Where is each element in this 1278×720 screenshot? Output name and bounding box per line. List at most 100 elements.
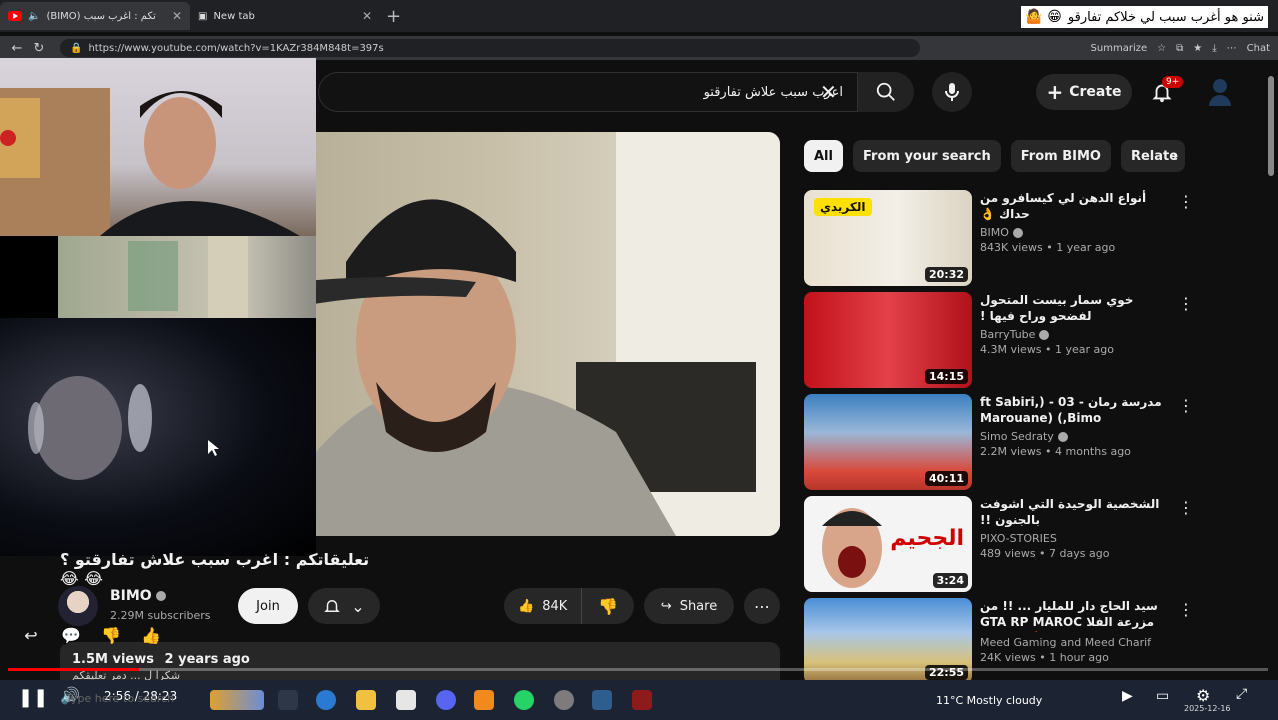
file-explorer-icon[interactable] bbox=[356, 690, 376, 710]
app-icon[interactable] bbox=[592, 690, 612, 710]
webcam-secondary bbox=[58, 236, 316, 318]
rec-title[interactable]: أنواع الدهن لي كيسافرو من حداك 👌 bbox=[980, 190, 1172, 222]
close-tab-icon[interactable]: ✕ bbox=[172, 9, 182, 23]
page-scrollbar[interactable] bbox=[1268, 76, 1274, 176]
like-icon[interactable]: 👍 bbox=[140, 624, 162, 646]
search-input[interactable]: اعرب سبب علاش تفارقتو bbox=[318, 72, 858, 112]
tab-new[interactable]: ▣ New tab ✕ bbox=[190, 2, 380, 30]
account-avatar[interactable] bbox=[1206, 76, 1234, 106]
close-tab-icon[interactable]: ✕ bbox=[362, 9, 372, 23]
more-vertical-icon[interactable]: ⋮ bbox=[1178, 498, 1194, 517]
progress-fill bbox=[8, 668, 139, 671]
rec-channel[interactable]: PIXO-STORIES bbox=[980, 532, 1057, 545]
search-button[interactable] bbox=[858, 72, 914, 112]
rec-title[interactable]: سيد الحاج دار للمليار ... !! من مزرعة ال… bbox=[980, 598, 1172, 632]
speaker-icon[interactable]: 🔈 bbox=[28, 11, 40, 22]
stream-reaction-icons: ↩ 💬 👎 👍 bbox=[20, 624, 162, 646]
download-icon[interactable]: ⤓ bbox=[1212, 43, 1216, 54]
voice-search-button[interactable] bbox=[932, 72, 972, 112]
extensions-icon[interactable]: ⧉ bbox=[1176, 43, 1183, 54]
weather-widget[interactable]: 11°C Mostly cloudy bbox=[936, 694, 1042, 707]
captions-icon[interactable]: ▭ bbox=[1156, 688, 1169, 704]
rec-title[interactable]: الشخصية الوحيدة التي اشوفت بالجنون !! bbox=[980, 496, 1172, 528]
guest-figure bbox=[28, 376, 219, 480]
duration-badge: 3:24 bbox=[932, 573, 968, 588]
more-icon[interactable]: ⋯ bbox=[1227, 43, 1237, 54]
reload-icon[interactable]: ↻ bbox=[28, 41, 50, 56]
channel-name[interactable]: BIMO bbox=[110, 588, 166, 604]
create-button[interactable]: + Create bbox=[1036, 74, 1132, 110]
like-button[interactable]: 👍 84K bbox=[504, 588, 583, 624]
edge-browser-icon[interactable] bbox=[316, 690, 336, 710]
video-thumbnail[interactable]: الكريدي 20:32 bbox=[804, 190, 972, 286]
more-vertical-icon[interactable]: ⋮ bbox=[1178, 294, 1194, 313]
list-item[interactable]: الجحيم 3:24 الشخصية الوحيدة التي اشوفت ب… bbox=[804, 496, 1194, 594]
more-vertical-icon[interactable]: ⋮ bbox=[1178, 600, 1194, 619]
video-frame bbox=[316, 132, 780, 536]
new-tab-button[interactable]: + bbox=[386, 6, 401, 27]
list-item[interactable]: 22:55 سيد الحاج دار للمليار ... !! من مز… bbox=[804, 598, 1194, 684]
chip-all[interactable]: All bbox=[804, 140, 843, 172]
star-icon[interactable]: ☆ bbox=[1157, 43, 1166, 54]
taskbar-search[interactable]: Type here to search bbox=[66, 692, 174, 705]
chip-from-bimo[interactable]: From BIMO bbox=[1010, 140, 1111, 172]
back-arrow-icon[interactable]: ← bbox=[6, 41, 28, 56]
chip-from-your-search[interactable]: From your search bbox=[852, 140, 1001, 172]
address-bar[interactable]: 🔒 https://www.youtube.com/watch?v=1KAZr3… bbox=[60, 39, 920, 57]
rec-title[interactable]: خوي سمار بيست المتحول لفضحو وراح فيها ! bbox=[980, 292, 1172, 324]
rec-channel[interactable]: Simo Sedraty bbox=[980, 430, 1054, 443]
fullscreen-icon[interactable]: ⤢ bbox=[1236, 686, 1247, 702]
rec-title[interactable]: مدرسة رمان - 03 - (ft Sabiri, Bimo,) (Ma… bbox=[980, 394, 1172, 426]
bell-icon bbox=[324, 600, 341, 612]
video-thumbnail[interactable]: 40:11 bbox=[804, 394, 972, 490]
channel-avatar[interactable] bbox=[58, 586, 98, 626]
video-player[interactable] bbox=[316, 132, 780, 536]
overlay-title-text: شنو هو أغرب سبب لي خلاكم تفارقو bbox=[1067, 9, 1264, 25]
rec-meta: 489 views • 7 days ago bbox=[980, 547, 1110, 560]
task-view-icon[interactable] bbox=[278, 690, 298, 710]
favorites-icon[interactable]: ★ bbox=[1193, 43, 1202, 54]
share-button[interactable]: ↪ Share bbox=[644, 588, 734, 624]
rec-channel-extra[interactable]: and Meed Charif bbox=[1061, 636, 1152, 649]
webcam-secondary-blank bbox=[0, 236, 58, 318]
vlc-icon[interactable] bbox=[474, 690, 494, 710]
dislike-button[interactable]: 👎 bbox=[582, 597, 634, 616]
video-thumbnail[interactable]: الجحيم 3:24 bbox=[804, 496, 972, 592]
progress-bar[interactable] bbox=[8, 668, 1268, 671]
rec-channel[interactable]: BIMO bbox=[980, 226, 1009, 239]
more-actions-button[interactable]: ⋯ bbox=[744, 588, 780, 624]
tab-youtube[interactable]: 🔈 (BIMO) تعليقاتكم : أغرب سبب ✕ bbox=[0, 2, 190, 30]
miniplayer-icon[interactable]: ▶ bbox=[1122, 688, 1133, 704]
summarize-button[interactable]: Summarize bbox=[1091, 43, 1148, 54]
app-icon[interactable] bbox=[632, 690, 652, 710]
reply-icon[interactable]: ↩ bbox=[20, 624, 42, 646]
list-item[interactable]: 14:15 خوي سمار بيست المتحول لفضحو وراح ف… bbox=[804, 292, 1194, 390]
obs-icon[interactable] bbox=[554, 690, 574, 710]
video-thumbnail[interactable]: 22:55 bbox=[804, 598, 972, 684]
chevron-right-icon[interactable]: › bbox=[1172, 146, 1178, 165]
dislike-icon[interactable]: 👎 bbox=[100, 624, 122, 646]
video-thumbnail[interactable]: 14:15 bbox=[804, 292, 972, 388]
chat-button[interactable]: Chat bbox=[1247, 43, 1270, 54]
more-vertical-icon[interactable]: ⋮ bbox=[1178, 396, 1194, 415]
subscribed-button[interactable]: ⌄ bbox=[308, 588, 380, 624]
discord-icon[interactable] bbox=[436, 690, 456, 710]
settings-gear-icon[interactable]: ⚙ bbox=[1196, 686, 1210, 705]
whatsapp-icon[interactable] bbox=[514, 690, 534, 710]
clear-search-icon[interactable]: ✕ bbox=[820, 80, 837, 104]
rec-channel[interactable]: Meed Gaming bbox=[980, 636, 1057, 649]
join-button[interactable]: Join bbox=[238, 588, 298, 624]
rec-channel[interactable]: BarryTube bbox=[980, 328, 1035, 341]
pause-icon[interactable]: ❚❚ bbox=[18, 687, 48, 708]
more-vertical-icon[interactable]: ⋮ bbox=[1178, 192, 1194, 211]
overlay-emojis: 🤷 😁 bbox=[1025, 9, 1062, 25]
plus-icon: + bbox=[1046, 80, 1064, 104]
comment-icon[interactable]: 💬 bbox=[60, 624, 82, 646]
duration-badge: 40:11 bbox=[924, 471, 968, 486]
list-item[interactable]: الكريدي 20:32 أنواع الدهن لي كيسافرو من … bbox=[804, 190, 1194, 288]
list-item[interactable]: 40:11 مدرسة رمان - 03 - (ft Sabiri, Bimo… bbox=[804, 394, 1194, 492]
stream-overlay-title: 🤷 😁 شنو هو أغرب سبب لي خلاكم تفارقو bbox=[1021, 6, 1268, 28]
store-icon[interactable] bbox=[396, 690, 416, 710]
youtube-favicon-icon bbox=[8, 11, 22, 21]
taskbar-thumbnail[interactable] bbox=[210, 690, 264, 710]
